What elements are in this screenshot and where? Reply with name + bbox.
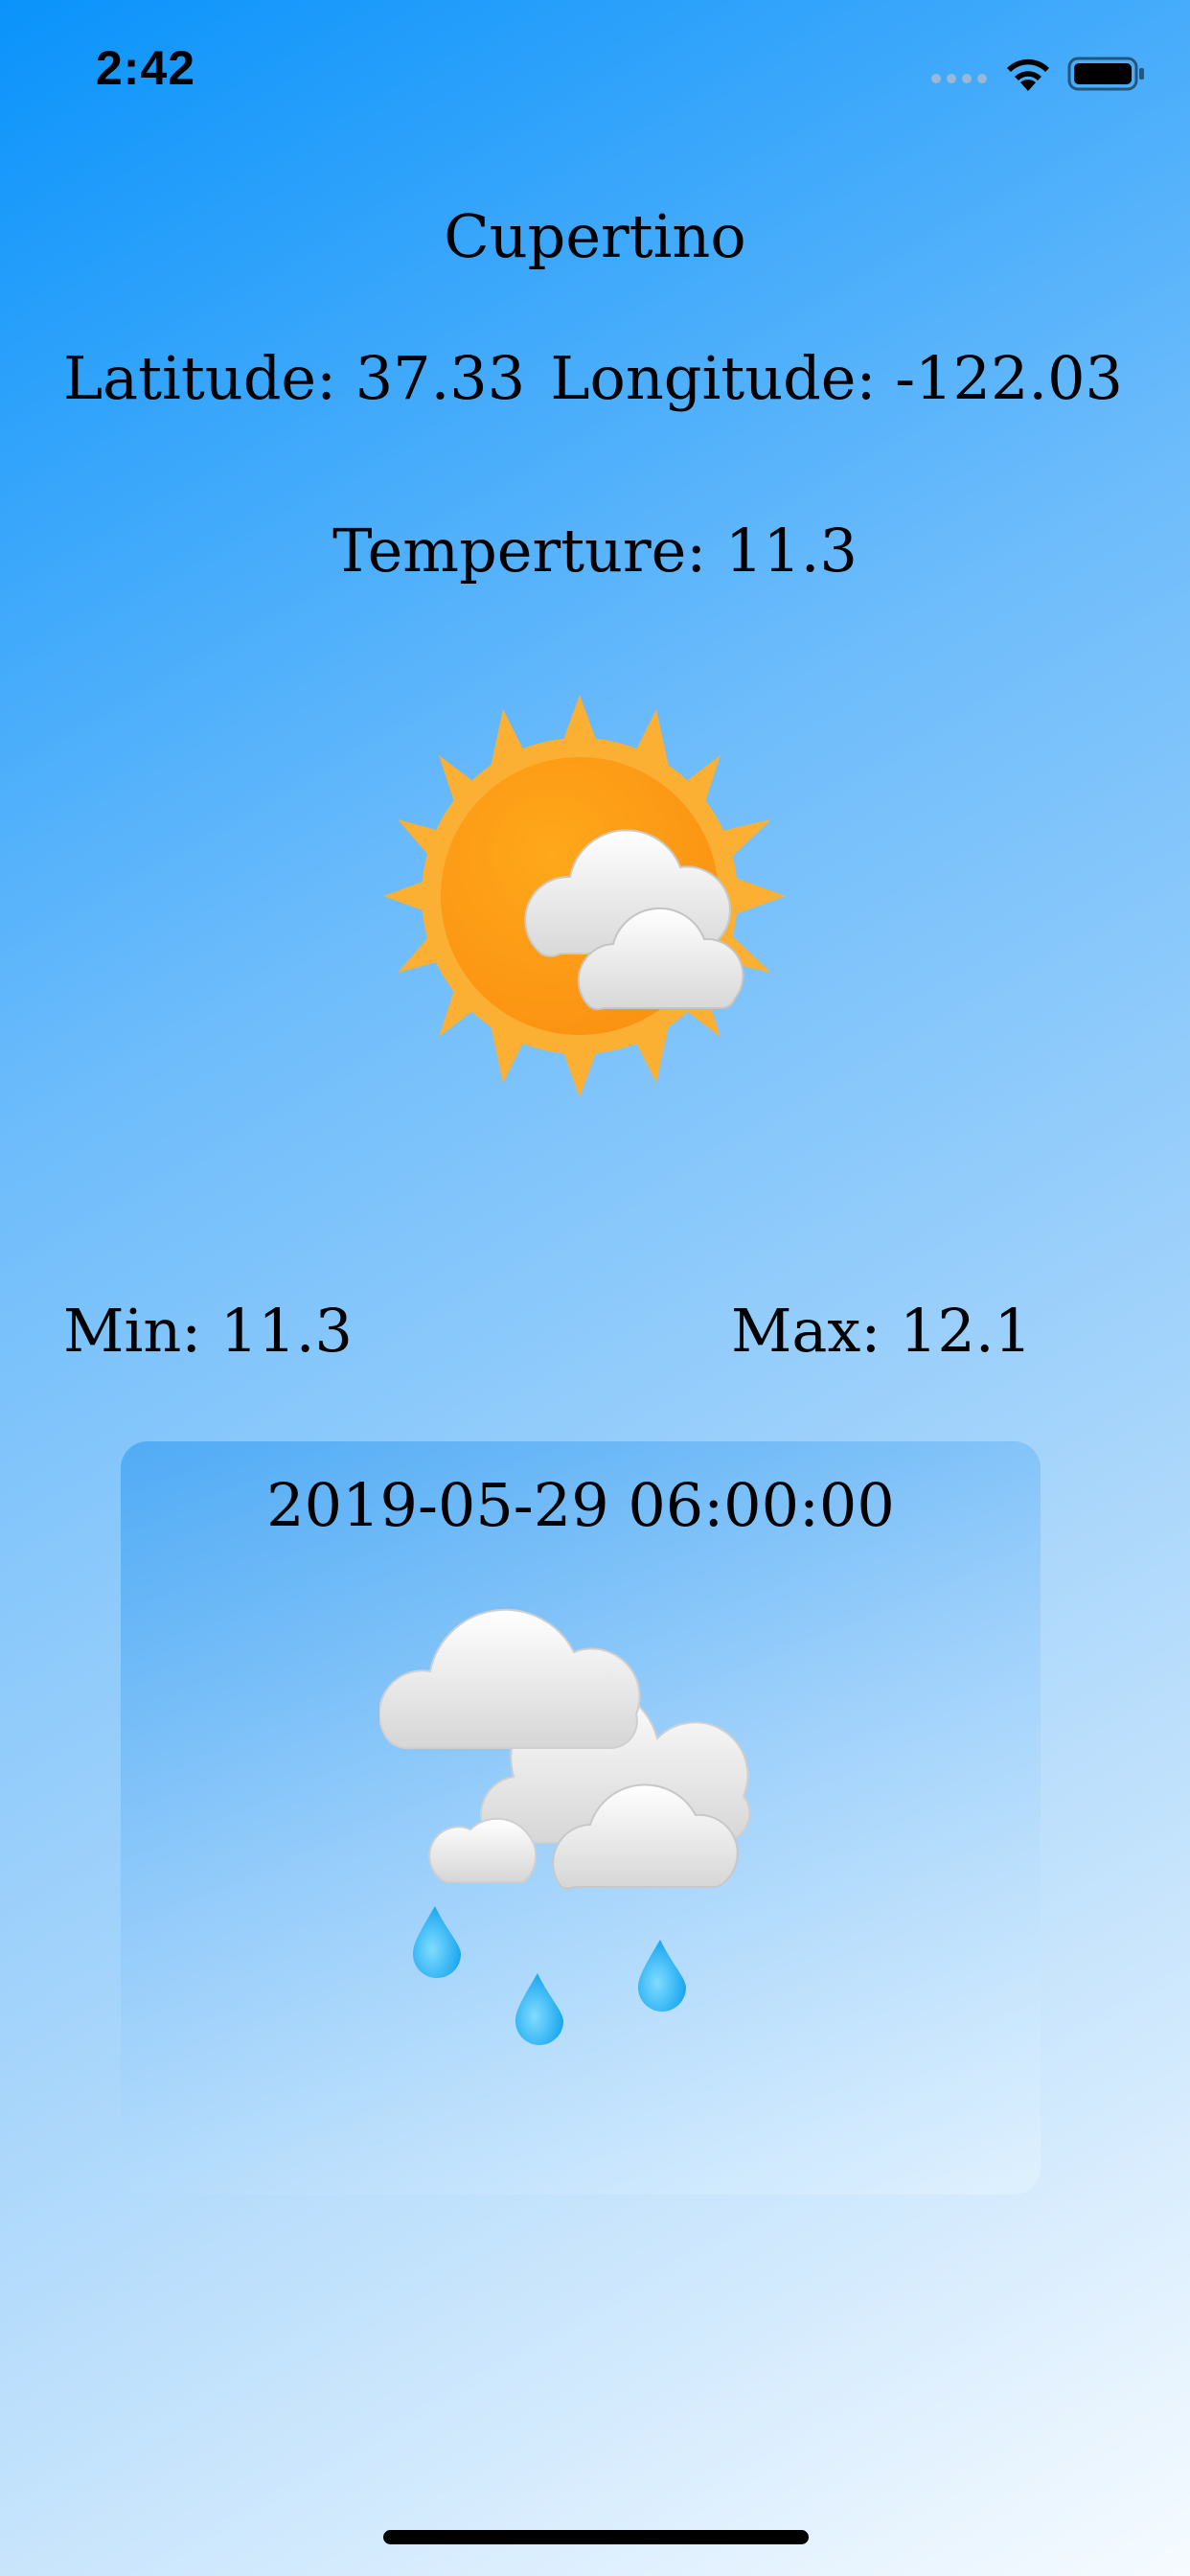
temperature-label: Temperture: 11.3 — [332, 516, 858, 586]
partly-cloudy-sun-icon — [383, 695, 786, 1097]
longitude-label: Longitude: -122.03 — [550, 343, 1123, 413]
rain-clouds-icon — [379, 1608, 751, 2045]
forecast-datetime: 2019-05-29 06:00:00 — [266, 1470, 895, 1540]
status-bar: 2:42 — [0, 0, 1190, 134]
city-name: Cupertino — [444, 201, 746, 271]
wifi-icon — [1007, 58, 1049, 91]
max-temperature-label: Max: 12.1 — [730, 1296, 1032, 1366]
forecast-card[interactable]: 2019-05-29 06:00:00 — [121, 1441, 1041, 2195]
min-temperature-label: Min: 11.3 — [63, 1296, 353, 1366]
cellular-signal-icon — [931, 74, 987, 83]
home-indicator[interactable] — [383, 2530, 809, 2544]
status-time: 2:42 — [96, 41, 196, 95]
latitude-label: Latitude: 37.33 — [63, 343, 526, 413]
battery-icon — [1067, 57, 1144, 91]
